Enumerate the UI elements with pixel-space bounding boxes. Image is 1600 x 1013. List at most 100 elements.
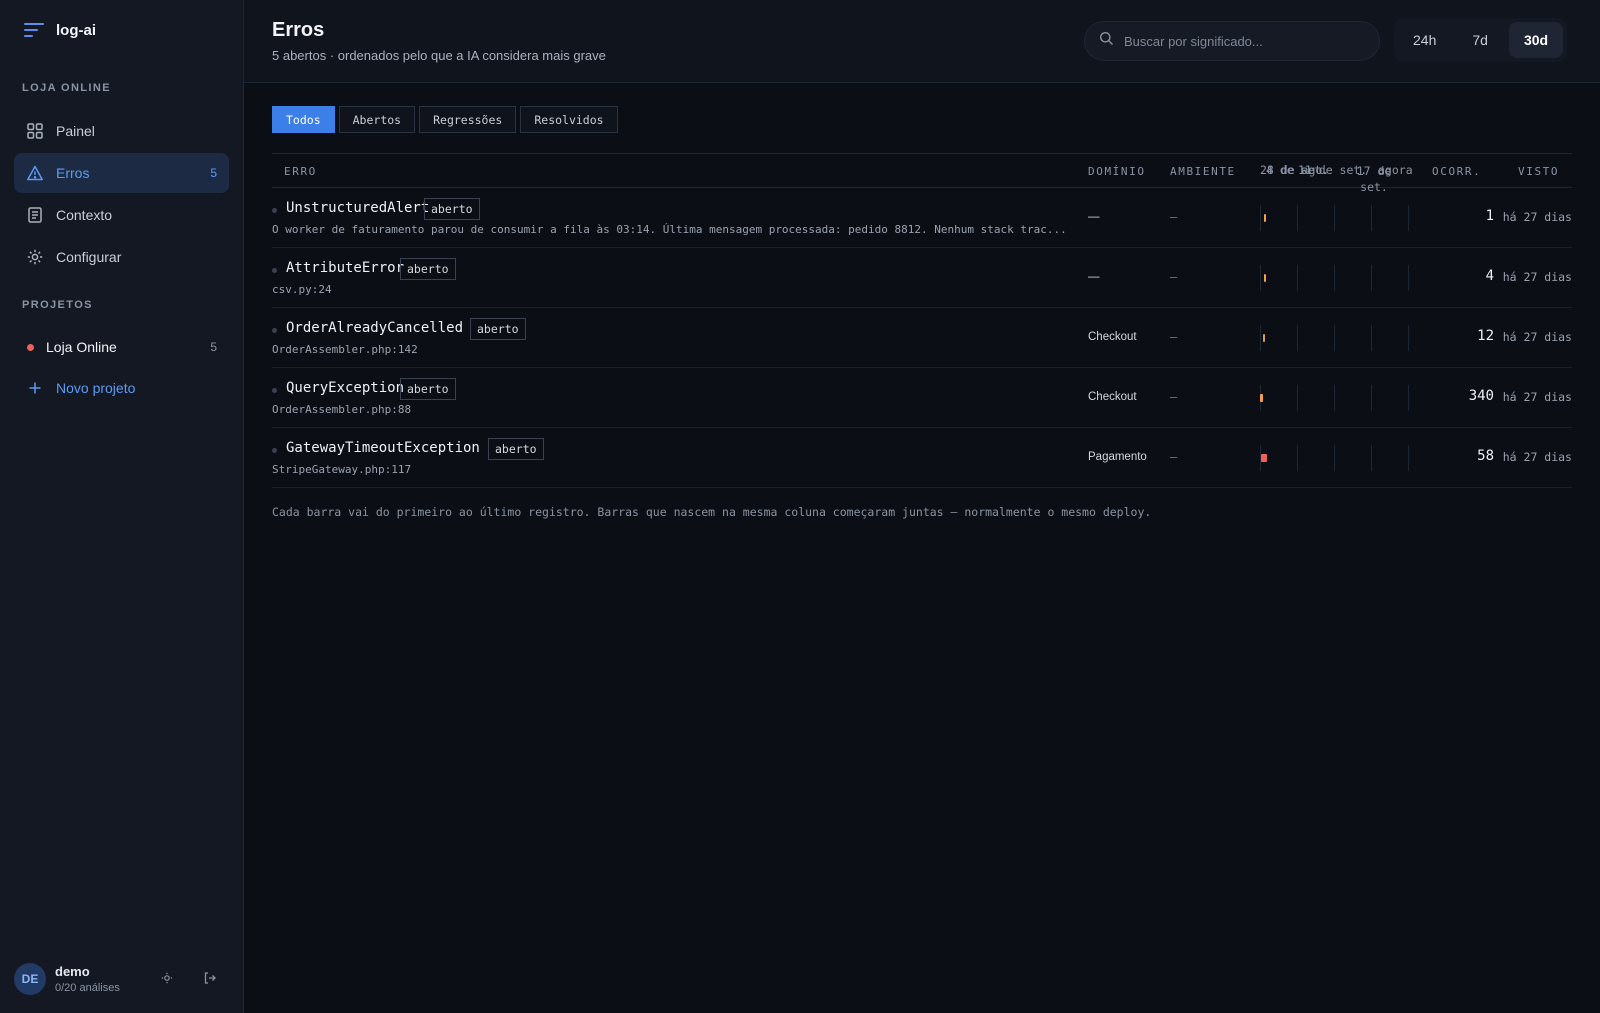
timeline-bar bbox=[1260, 394, 1263, 402]
table-row[interactable]: AttributeError aberto csv.py:24 — – 4 há 27 di… bbox=[272, 248, 1572, 308]
error-domain: — bbox=[1088, 211, 1100, 223]
timeline-gridline bbox=[1408, 265, 1409, 291]
occurrence-count: 12 bbox=[1477, 328, 1494, 344]
range-24h-button[interactable]: 24h bbox=[1398, 22, 1451, 58]
error-environment: – bbox=[1170, 450, 1178, 464]
error-detail: O worker de faturamento parou de consumi… bbox=[272, 223, 1067, 236]
timeline-gridline bbox=[1334, 385, 1335, 411]
range-7d-button[interactable]: 7d bbox=[1457, 22, 1503, 58]
error-detail: StripeGateway.php:117 bbox=[272, 463, 412, 476]
status-badge: aberto bbox=[470, 318, 526, 340]
app-name: log-ai bbox=[56, 21, 96, 39]
errors-count-badge: 5 bbox=[210, 166, 217, 180]
status-dot-icon bbox=[26, 338, 34, 356]
project-count-badge: 5 bbox=[210, 340, 217, 354]
table-row[interactable]: UnstructuredAlert aberto O worker de fatur… bbox=[272, 188, 1572, 248]
timeline-gridline bbox=[1297, 325, 1298, 351]
timeline-gridline bbox=[1408, 325, 1409, 351]
status-badge: aberto bbox=[488, 438, 544, 460]
tab-abertos[interactable]: Abertos bbox=[338, 106, 416, 133]
timeline-gridline bbox=[1371, 265, 1372, 291]
timeline-gridline bbox=[1408, 205, 1409, 231]
search-icon bbox=[1099, 31, 1114, 51]
range-30d-button[interactable]: 30d bbox=[1508, 22, 1564, 58]
timeline-bar bbox=[1264, 214, 1266, 222]
timeline-gridline bbox=[1371, 385, 1372, 411]
error-detail: csv.py:24 bbox=[272, 283, 332, 296]
logo-icon bbox=[24, 20, 44, 40]
sidebar-item-painel[interactable]: Painel bbox=[14, 111, 229, 151]
row-bullet-icon bbox=[272, 448, 277, 453]
timeline-gridline bbox=[1260, 325, 1261, 351]
status-badge: aberto bbox=[424, 198, 480, 220]
last-seen: há 27 dias bbox=[1502, 270, 1572, 284]
logout-icon[interactable] bbox=[203, 971, 217, 988]
occurrence-count: 58 bbox=[1477, 448, 1494, 464]
sidebar-item-configurar[interactable]: Configurar bbox=[14, 237, 229, 277]
table-header: ERRO DOMÍNIO AMBIENTE 28 de ago. 4 de se… bbox=[272, 153, 1572, 194]
column-header-ocorr[interactable]: OCORR. bbox=[1432, 165, 1481, 178]
avatar[interactable]: DE bbox=[14, 963, 46, 995]
brand[interactable]: log-ai bbox=[24, 20, 96, 40]
sidebar-item-label: Configurar bbox=[56, 249, 122, 265]
gear-icon bbox=[26, 248, 44, 266]
timeline-gridline bbox=[1260, 205, 1261, 231]
search-input[interactable] bbox=[1124, 33, 1354, 49]
column-header-ambiente[interactable]: AMBIENTE bbox=[1170, 165, 1236, 178]
table-row[interactable]: QueryException aberto OrderAssembler.php:8… bbox=[272, 368, 1572, 428]
last-seen: há 27 dias bbox=[1502, 390, 1572, 404]
occurrence-count: 340 bbox=[1468, 388, 1494, 404]
timeline-bar bbox=[1263, 334, 1265, 342]
sidebar-item-contexto[interactable]: Contexto bbox=[14, 195, 229, 235]
sidebar-item-label: Erros bbox=[56, 165, 90, 181]
timeline-gridline bbox=[1371, 325, 1372, 351]
error-detail: OrderAssembler.php:142 bbox=[272, 343, 418, 356]
error-domain: Pagamento bbox=[1088, 451, 1147, 463]
timeline-gridline bbox=[1297, 385, 1298, 411]
page-header: Erros 5 abertos · ordenados pelo que a I… bbox=[244, 0, 1600, 83]
footnote: Cada barra vai do primeiro ao último reg… bbox=[272, 505, 1152, 519]
error-environment: – bbox=[1170, 330, 1178, 344]
error-name[interactable]: OrderAlreadyCancelled bbox=[286, 320, 463, 336]
page-title: Erros bbox=[272, 19, 325, 41]
usage-quota: 0/20 análises bbox=[55, 982, 120, 994]
error-timeline bbox=[1260, 428, 1410, 488]
error-name[interactable]: QueryException bbox=[286, 380, 404, 396]
error-environment: – bbox=[1170, 390, 1178, 404]
new-project-label: Novo projeto bbox=[56, 380, 136, 396]
error-environment: – bbox=[1170, 270, 1178, 284]
timeline-bar bbox=[1261, 454, 1267, 462]
timeline-gridline bbox=[1297, 205, 1298, 231]
sidebar-item-project-loja-online[interactable]: Loja Online 5 bbox=[14, 327, 229, 367]
column-header-dominio[interactable]: DOMÍNIO bbox=[1088, 165, 1146, 178]
table-row[interactable]: OrderAlreadyCancelled aberto OrderAssemble… bbox=[272, 308, 1572, 368]
tab-resolvidos[interactable]: Resolvidos bbox=[520, 106, 618, 133]
error-name[interactable]: GatewayTimeoutException bbox=[286, 440, 480, 456]
error-name[interactable]: AttributeError bbox=[286, 260, 404, 276]
table-row[interactable]: GatewayTimeoutException aberto StripeGatew… bbox=[272, 428, 1572, 488]
timeline-gridline bbox=[1260, 265, 1261, 291]
column-header-erro[interactable]: ERRO bbox=[284, 165, 317, 178]
search-box[interactable] bbox=[1084, 21, 1380, 61]
new-project-button[interactable]: Novo projeto bbox=[14, 368, 229, 408]
timeline-bar bbox=[1264, 274, 1266, 282]
theme-toggle-icon[interactable] bbox=[161, 972, 173, 987]
column-header-visto[interactable]: VISTO bbox=[1518, 165, 1559, 178]
errors-table: ERRO DOMÍNIO AMBIENTE 28 de ago. 4 de se… bbox=[272, 153, 1572, 488]
last-seen: há 27 dias bbox=[1502, 450, 1572, 464]
timeline-gridline bbox=[1297, 445, 1298, 471]
tab-todos[interactable]: Todos bbox=[272, 106, 335, 133]
error-timeline bbox=[1260, 188, 1410, 248]
last-seen: há 27 dias bbox=[1502, 210, 1572, 224]
error-domain: — bbox=[1088, 271, 1100, 283]
error-timeline bbox=[1260, 248, 1410, 308]
sidebar-item-erros[interactable]: Erros 5 bbox=[14, 153, 229, 193]
row-bullet-icon bbox=[272, 268, 277, 273]
timeline-gridline bbox=[1371, 205, 1372, 231]
error-name[interactable]: UnstructuredAlert bbox=[286, 200, 429, 216]
status-badge: aberto bbox=[400, 378, 456, 400]
user-name: demo bbox=[55, 964, 90, 979]
tab-regressoes[interactable]: Regressões bbox=[419, 106, 517, 133]
section-label-projects: PROJETOS bbox=[22, 299, 93, 311]
timeline-gridline bbox=[1297, 265, 1298, 291]
